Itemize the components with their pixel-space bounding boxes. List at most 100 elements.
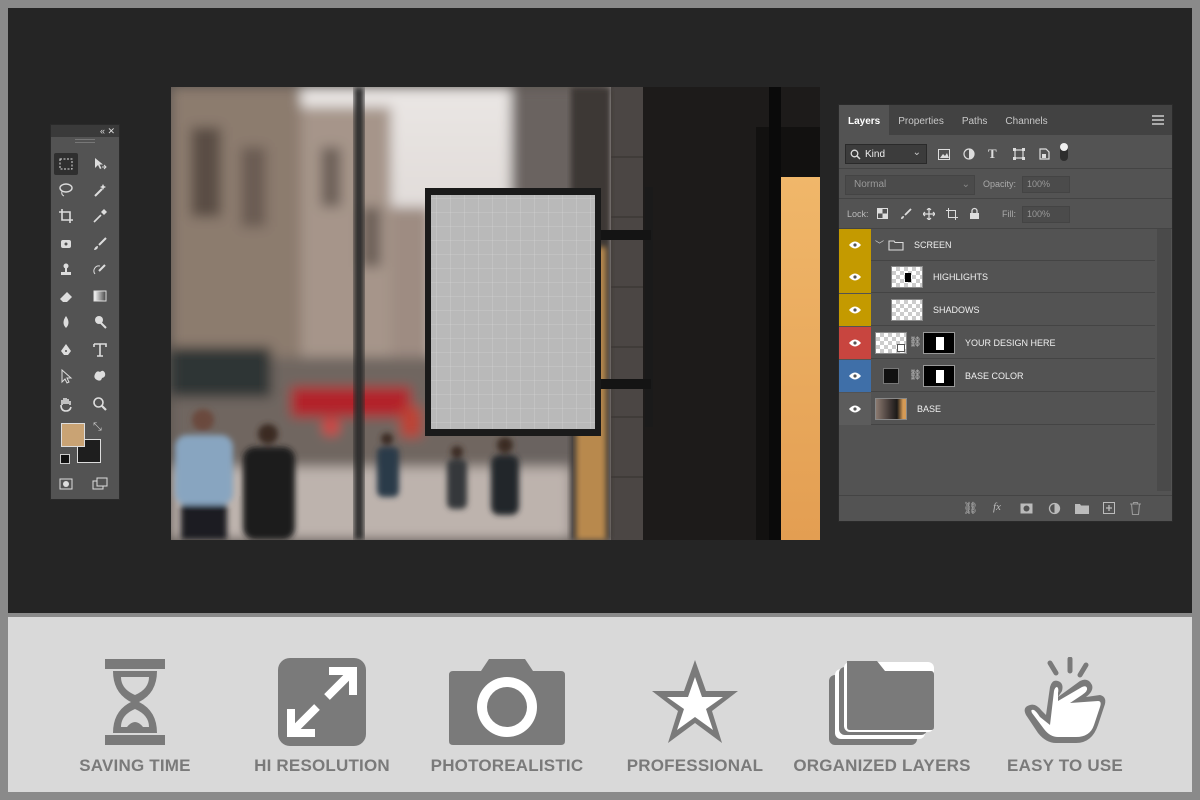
move-tool-icon[interactable]: [88, 153, 112, 175]
shape-filter-icon[interactable]: [1013, 148, 1025, 160]
visibility-eye-icon[interactable]: [839, 359, 871, 392]
link-icon[interactable]: ⛓: [909, 337, 922, 348]
custom-shape-tool-icon[interactable]: [88, 365, 112, 387]
feature-organized-layers: ORGANIZED LAYERS: [782, 617, 982, 792]
opacity-field[interactable]: 100%: [1022, 176, 1070, 193]
history-brush-tool-icon[interactable]: [88, 259, 112, 281]
layer-row-your-design-here[interactable]: ⛓ YOUR DESIGN HERE: [839, 326, 1155, 359]
gradient-tool-icon[interactable]: [88, 285, 112, 307]
smart-object-filter-icon[interactable]: [1038, 148, 1050, 160]
fill-field[interactable]: 100%: [1022, 206, 1070, 223]
layer-name: HIGHLIGHTS: [933, 271, 989, 282]
healing-brush-tool-icon[interactable]: [54, 233, 78, 255]
layer-row-base[interactable]: BASE: [839, 392, 1155, 425]
link-layers-icon[interactable]: ⛓: [963, 501, 978, 515]
tools-panel-header[interactable]: « ✕: [51, 125, 119, 137]
adjustment-layer-icon[interactable]: [1048, 502, 1061, 515]
visibility-eye-icon[interactable]: [839, 392, 871, 425]
star-icon: [652, 660, 738, 743]
opacity-label: Opacity:: [983, 179, 1017, 189]
filter-toggle[interactable]: [1060, 143, 1068, 161]
visibility-eye-icon[interactable]: [839, 326, 871, 359]
opacity-value: 100%: [1027, 179, 1051, 189]
layer-mask-thumbnail: [923, 364, 955, 387]
layer-name: SHADOWS: [933, 304, 980, 315]
swap-colors-icon[interactable]: ⤡: [93, 421, 102, 434]
chevron-down-icon[interactable]: ﹀: [875, 238, 884, 251]
feature-photorealistic: PHOTOREALISTIC: [407, 617, 607, 792]
feature-easy-to-use: EASY TO USE: [965, 617, 1165, 792]
pen-tool-icon[interactable]: [54, 339, 78, 361]
layer-row-base-color[interactable]: ⛓ BASE COLOR: [839, 359, 1155, 392]
chevron-down-icon: ⌄: [961, 179, 970, 190]
blend-row: Normal ⌄ Opacity: 100%: [839, 169, 1172, 199]
tab-layers[interactable]: Layers: [839, 105, 890, 135]
eyedropper-tool-icon[interactable]: [88, 205, 112, 227]
feature-label: PROFESSIONAL: [626, 756, 764, 775]
pixel-filter-icon[interactable]: [938, 149, 950, 160]
filter-row: Kind ⌄ T: [839, 135, 1172, 169]
panel-menu-icon[interactable]: [1152, 115, 1164, 125]
lock-artboard-icon[interactable]: [946, 208, 958, 220]
feature-hi-resolution: HI RESOLUTION: [222, 617, 422, 792]
foreground-color-swatch[interactable]: [61, 423, 85, 447]
link-icon[interactable]: ⛓: [909, 370, 922, 381]
layer-thumbnail: [875, 331, 907, 354]
clone-stamp-tool-icon[interactable]: [54, 259, 78, 281]
visibility-eye-icon[interactable]: [839, 293, 871, 326]
layer-name: SCREEN: [914, 239, 952, 250]
tab-properties[interactable]: Properties: [889, 105, 953, 135]
panel-tabs: Layers Properties Paths Channels: [839, 105, 1172, 135]
feature-label: EASY TO USE: [1007, 756, 1123, 775]
path-selection-tool-icon[interactable]: [54, 365, 78, 387]
screen-mode-icon[interactable]: [88, 473, 112, 495]
layers-footer: ⛓ fx: [839, 495, 1172, 521]
magic-wand-tool-icon[interactable]: [88, 179, 112, 201]
lock-paint-icon[interactable]: [900, 208, 912, 220]
crop-tool-icon[interactable]: [54, 205, 78, 227]
lock-all-icon[interactable]: [969, 207, 980, 220]
layer-row-highlights[interactable]: HIGHLIGHTS: [839, 260, 1155, 293]
fill-swatch-thumbnail: [883, 367, 899, 384]
lasso-tool-icon[interactable]: [54, 179, 78, 201]
dodge-tool-icon[interactable]: [88, 311, 112, 333]
blur-tool-icon[interactable]: [54, 311, 78, 333]
layer-thumbnail: [875, 397, 907, 420]
lock-transparency-icon[interactable]: [877, 208, 888, 219]
tab-paths[interactable]: Paths: [953, 105, 997, 135]
document-canvas[interactable]: [171, 87, 820, 540]
delete-layer-icon[interactable]: [1130, 502, 1141, 515]
filter-kind-select[interactable]: Kind ⌄: [845, 144, 927, 164]
tools-panel-grip[interactable]: [75, 139, 95, 143]
brush-tool-icon[interactable]: [88, 233, 112, 255]
lock-row: Lock: Fill: 100%: [839, 199, 1172, 229]
visibility-eye-icon[interactable]: [839, 228, 871, 261]
feature-professional: PROFESSIONAL: [595, 617, 795, 792]
lock-position-icon[interactable]: [923, 208, 935, 220]
add-mask-icon[interactable]: [1020, 503, 1033, 514]
expand-icon: [278, 658, 366, 746]
type-tool-icon[interactable]: [88, 339, 112, 361]
marquee-tool-icon[interactable]: [54, 153, 78, 175]
type-filter-icon[interactable]: T: [988, 146, 997, 162]
blend-mode-value: Normal: [854, 179, 887, 190]
folder-icon: [888, 239, 904, 251]
zoom-tool-icon[interactable]: [88, 393, 112, 415]
eraser-tool-icon[interactable]: [54, 285, 78, 307]
layer-row-screen[interactable]: ﹀ SCREEN: [839, 228, 1155, 261]
quick-mask-icon[interactable]: [54, 473, 78, 495]
default-colors-icon[interactable]: [60, 454, 70, 464]
new-layer-icon[interactable]: [1103, 502, 1115, 514]
layer-mask-thumbnail: [923, 331, 955, 354]
layer-name: BASE COLOR: [965, 370, 1024, 381]
tab-channels[interactable]: Channels: [996, 105, 1056, 135]
new-group-icon[interactable]: [1075, 503, 1089, 514]
adjustment-filter-icon[interactable]: [963, 148, 975, 160]
layers-scrollbar[interactable]: [1157, 229, 1171, 491]
fx-icon[interactable]: fx: [993, 501, 1001, 513]
visibility-eye-icon[interactable]: [839, 260, 871, 293]
blend-mode-select[interactable]: Normal ⌄: [845, 175, 975, 195]
layer-row-shadows[interactable]: SHADOWS: [839, 293, 1155, 326]
hand-tool-icon[interactable]: [54, 393, 78, 415]
chevron-down-icon: ⌄: [912, 147, 921, 158]
